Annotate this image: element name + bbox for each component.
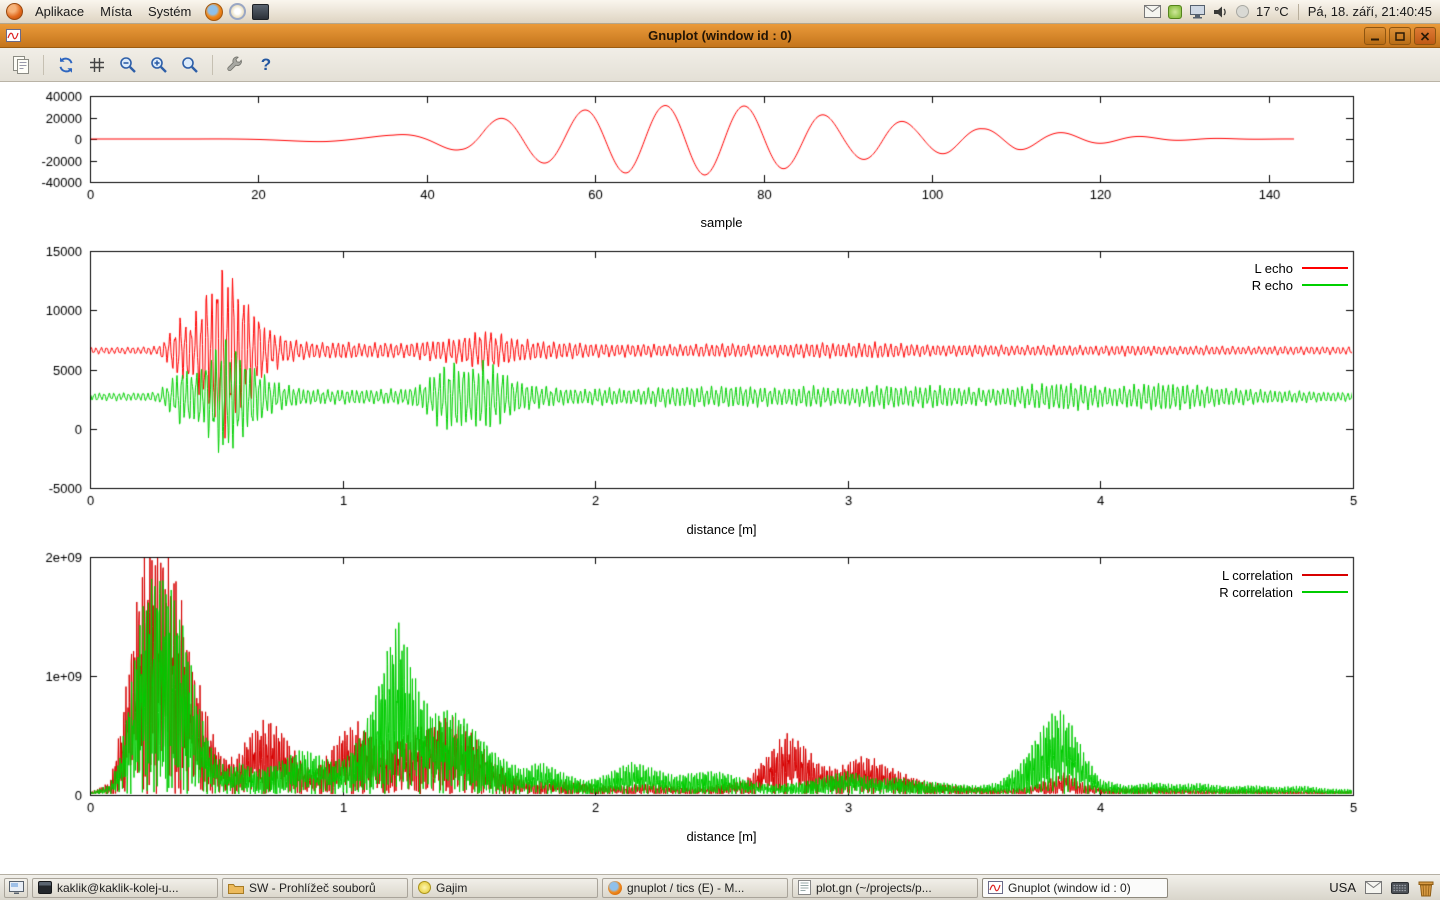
plot-canvas[interactable] (0, 82, 1440, 874)
minimize-button[interactable] (1364, 27, 1386, 45)
window-titlebar[interactable]: Gnuplot (window id : 0) (0, 24, 1440, 48)
legend-item: R correlation (1219, 584, 1348, 600)
gajim-icon (418, 881, 431, 894)
menu-places[interactable]: Místa (92, 0, 140, 23)
copy-to-clipboard-button[interactable] (8, 52, 34, 78)
folder-icon (228, 882, 244, 894)
legend-item: R echo (1252, 277, 1348, 293)
zoom-next-button[interactable] (146, 52, 172, 78)
updates-icon[interactable] (1168, 5, 1182, 19)
gnuplot-toolbar: ? (0, 48, 1440, 82)
text-editor-icon (798, 880, 811, 895)
question-mark-icon: ? (261, 56, 271, 73)
task-button-gajim[interactable]: Gajim (412, 878, 598, 898)
toolbar-separator (212, 55, 213, 75)
task-label: kaklik@kaklik-kolej-u... (57, 881, 179, 895)
keyboard-layout-indicator[interactable]: USA (1329, 880, 1356, 895)
task-button-terminal[interactable]: kaklik@kaklik-kolej-u... (32, 878, 218, 898)
plot-area: sample distance [m] distance [m] L echo … (0, 82, 1440, 874)
panel-right: 17 °C Pá, 18. září, 21:40:45 (1144, 0, 1440, 23)
taskbar: kaklik@kaklik-kolej-u... SW - Prohlížeč … (0, 874, 1440, 900)
refresh-icon (56, 55, 76, 75)
legend-line-sample (1302, 574, 1348, 576)
task-label: Gajim (436, 881, 467, 895)
task-button-gnuplot[interactable]: Gnuplot (window id : 0) (982, 878, 1168, 898)
terminal-launcher-icon[interactable] (252, 4, 269, 20)
task-label: SW - Prohlížeč souborů (249, 881, 376, 895)
legend-line-sample (1302, 591, 1348, 593)
chart1-xlabel: sample (90, 215, 1353, 230)
magnifier-plus-icon (149, 55, 169, 75)
mail-tray-icon[interactable] (1365, 881, 1382, 894)
task-button-text-editor[interactable]: plot.gn (~/projects/p... (792, 878, 978, 898)
terminal-icon (38, 881, 52, 894)
trash-icon[interactable] (1418, 879, 1434, 897)
maximize-button[interactable] (1389, 27, 1411, 45)
temperature-label[interactable]: 17 °C (1256, 4, 1289, 19)
window-title: Gnuplot (window id : 0) (0, 24, 1440, 48)
task-label: plot.gn (~/projects/p... (816, 881, 932, 895)
help-launcher-icon[interactable] (229, 3, 246, 20)
magnifier-minus-icon (118, 55, 138, 75)
chart2-xlabel: distance [m] (90, 522, 1353, 537)
close-button[interactable] (1414, 27, 1436, 45)
volume-icon[interactable] (1213, 5, 1229, 19)
legend-line-sample (1302, 267, 1348, 269)
task-label: Gnuplot (window id : 0) (1008, 881, 1131, 895)
gnuplot-icon (988, 881, 1003, 894)
settings-button[interactable] (222, 52, 248, 78)
replot-button[interactable] (53, 52, 79, 78)
legend-label: L echo (1254, 261, 1293, 276)
show-desktop-button[interactable] (4, 878, 28, 898)
menu-system[interactable]: Systém (140, 0, 199, 23)
menu-applications[interactable]: Aplikace (27, 0, 92, 23)
zoom-previous-button[interactable] (115, 52, 141, 78)
chart3-legend: L correlation R correlation (1219, 567, 1348, 600)
task-label: gnuplot / tics (E) - M... (627, 881, 744, 895)
mail-icon[interactable] (1144, 5, 1161, 18)
ubuntu-logo-icon[interactable] (6, 3, 23, 20)
panel-left: Aplikace Místa Systém (0, 0, 269, 23)
legend-line-sample (1302, 284, 1348, 286)
top-panel: Aplikace Místa Systém 17 °C Pá, 18. září… (0, 0, 1440, 24)
legend-label: R correlation (1219, 585, 1293, 600)
autoscale-button[interactable] (177, 52, 203, 78)
display-icon[interactable] (1189, 4, 1206, 19)
weather-icon[interactable] (1236, 5, 1249, 18)
wrench-icon (225, 55, 245, 75)
help-button[interactable]: ? (253, 52, 279, 78)
clipboard-icon (11, 55, 31, 75)
toolbar-separator (43, 55, 44, 75)
task-button-file-manager[interactable]: SW - Prohlížeč souborů (222, 878, 408, 898)
firefox-launcher-icon[interactable] (205, 3, 223, 21)
task-button-firefox[interactable]: gnuplot / tics (E) - M... (602, 878, 788, 898)
chart2-legend: L echo R echo (1252, 260, 1348, 293)
legend-label: L correlation (1222, 568, 1293, 583)
legend-label: R echo (1252, 278, 1293, 293)
toggle-grid-button[interactable] (84, 52, 110, 78)
grid-icon (87, 55, 107, 75)
legend-item: L correlation (1219, 567, 1348, 583)
taskbar-right: USA (1329, 879, 1436, 897)
magnifier-icon (180, 55, 200, 75)
firefox-icon (608, 881, 622, 895)
keyboard-icon[interactable] (1391, 882, 1409, 894)
window-controls (1364, 27, 1436, 45)
panel-divider (1298, 4, 1299, 20)
clock-applet[interactable]: Pá, 18. září, 21:40:45 (1308, 4, 1432, 19)
chart3-xlabel: distance [m] (90, 829, 1353, 844)
legend-item: L echo (1252, 260, 1348, 276)
